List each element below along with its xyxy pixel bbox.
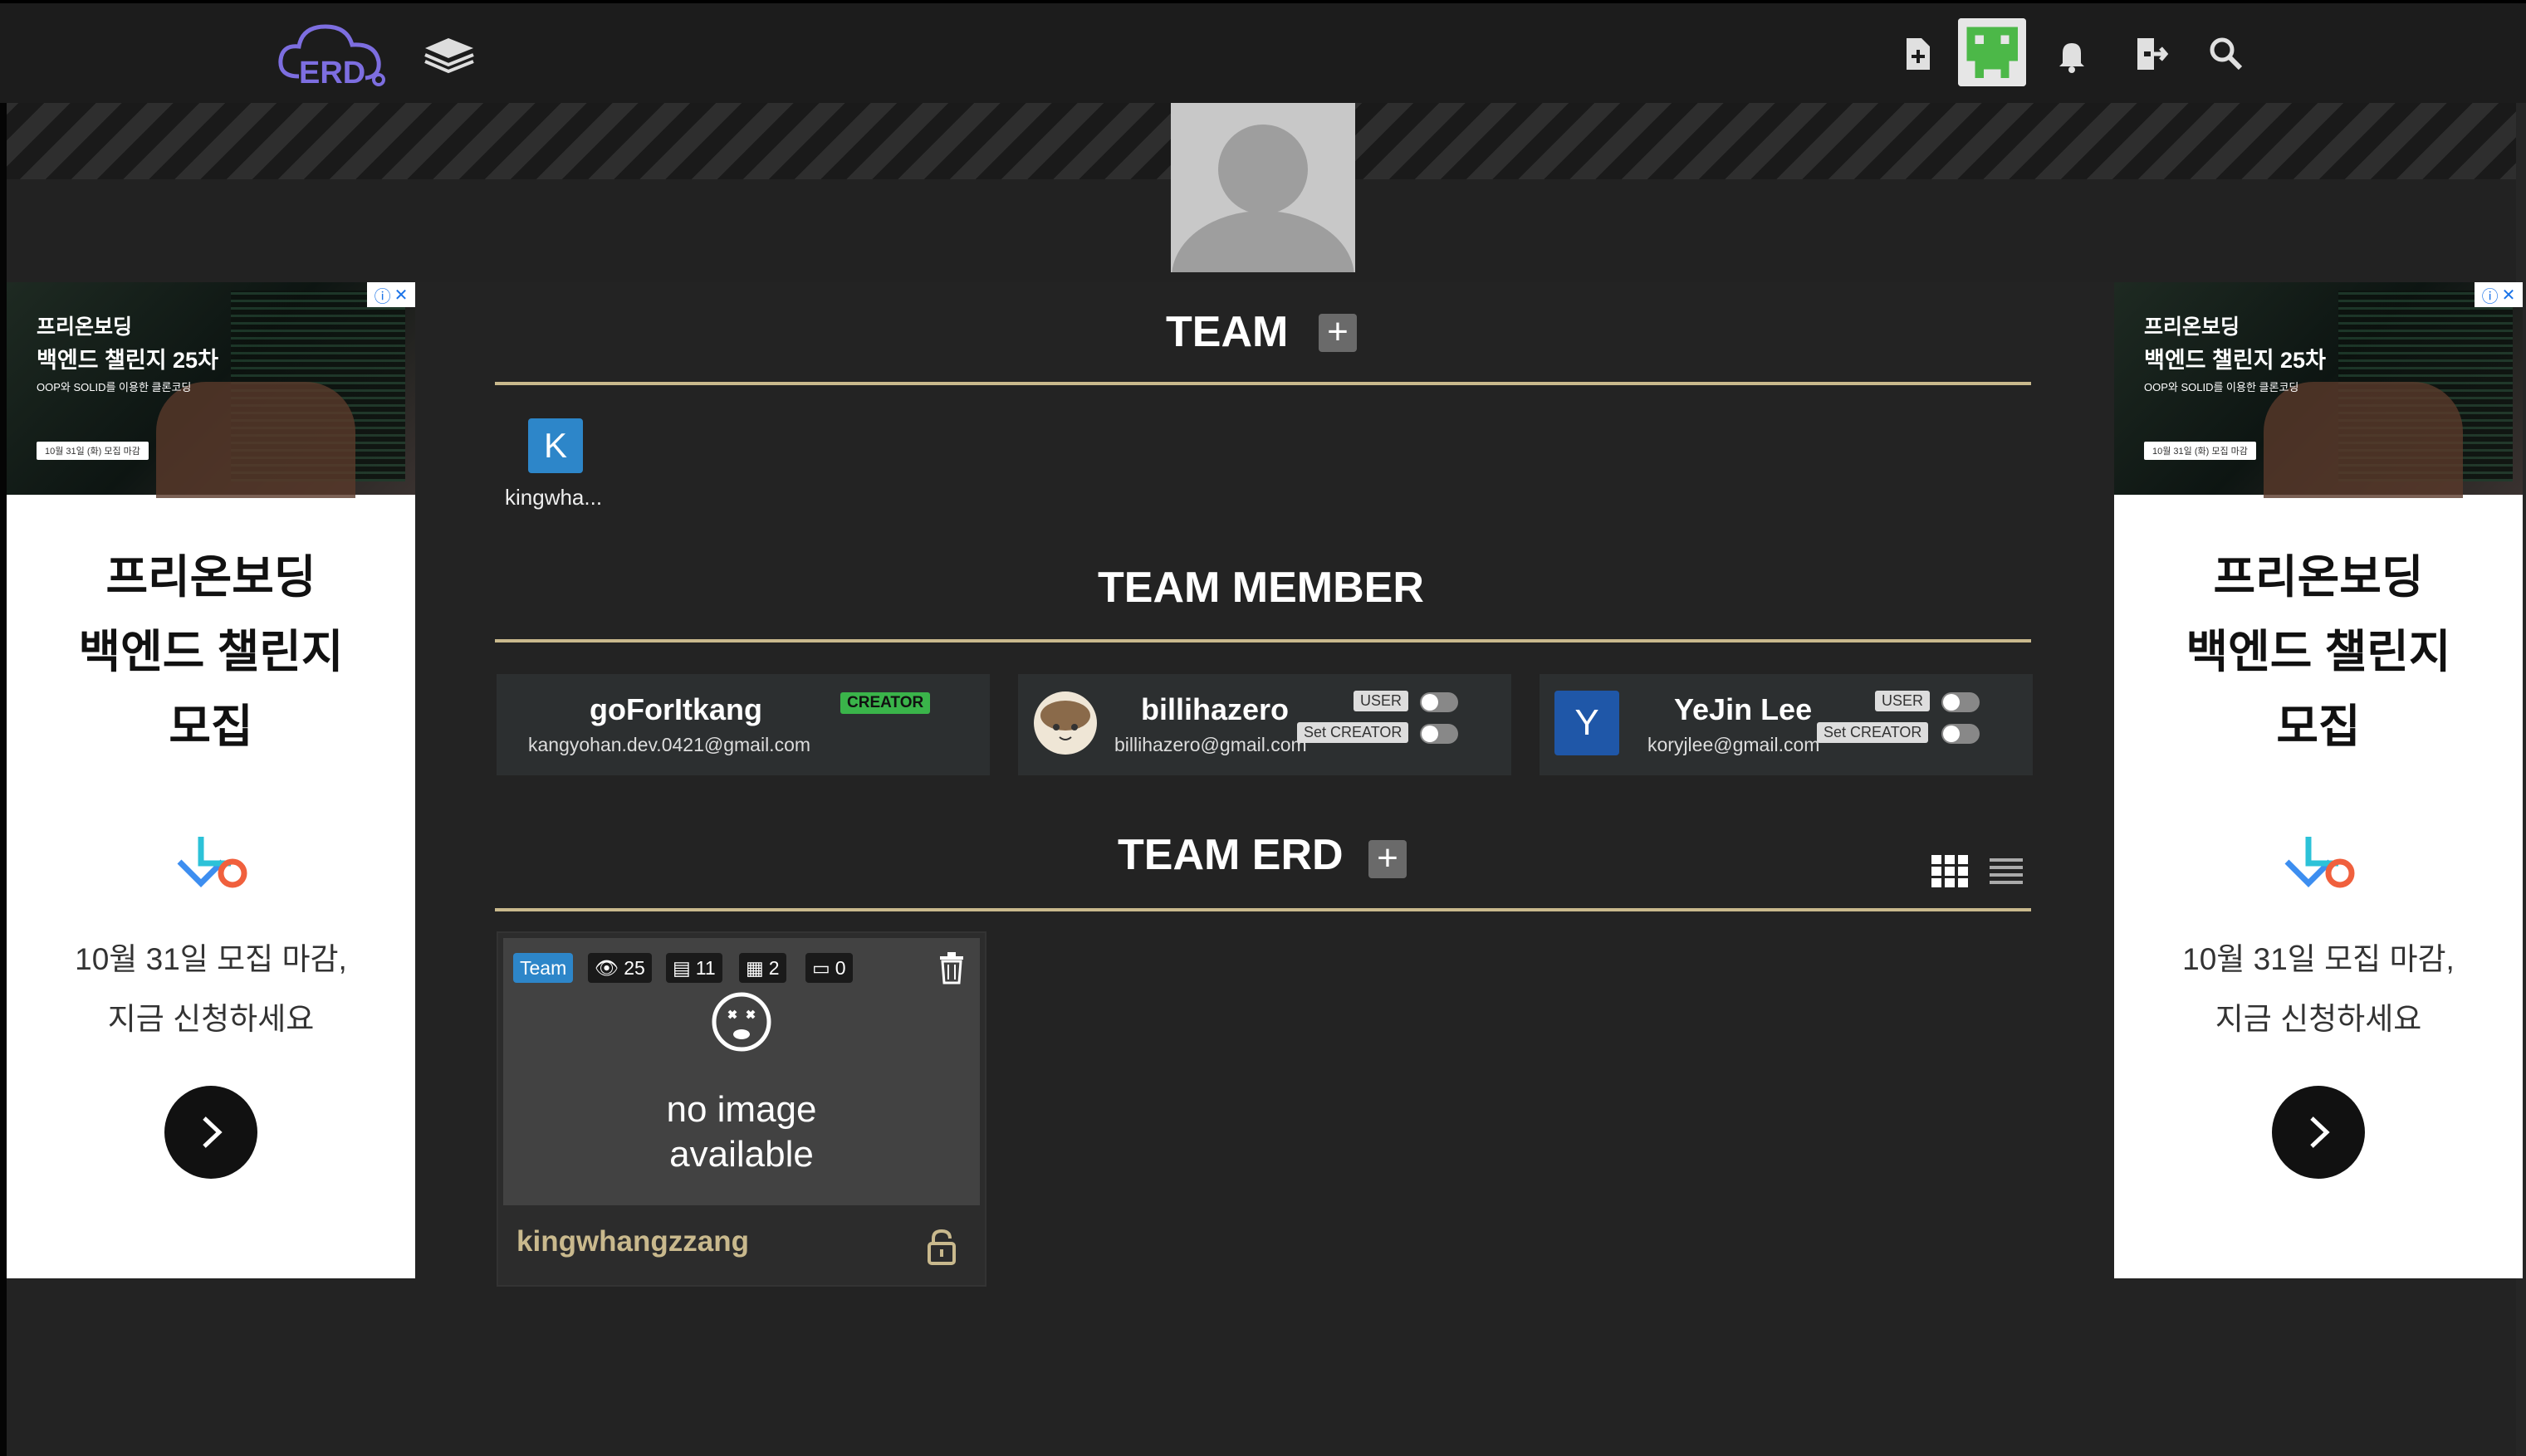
member-email: koryjlee@gmail.com [1647,734,1820,755]
ad-subtext: 10월 31일 모집 마감, 지금 신청하세요 [75,942,347,1036]
creator-toggle[interactable] [1941,724,1980,744]
member-name: billihazero [1141,692,1290,726]
grid-view-icon[interactable] [1931,855,1968,888]
default-avatar-icon [1171,103,1355,272]
team-badge: Team [513,953,574,983]
erd-name[interactable]: kingwhangzzang [516,1225,749,1258]
unlock-icon[interactable] [927,1229,957,1269]
team-erd-title: TEAM ERD [1118,831,1344,879]
logo-cloud-icon: ERD [278,24,385,90]
members-count: ▦ 2 [739,953,786,983]
close-icon[interactable]: ✕ [2502,285,2516,305]
ad-close[interactable]: ⓘ ✕ [367,282,415,307]
member-email: kangyohan.dev.0421@gmail.com [528,734,811,755]
team-member-title: TEAM MEMBER [1098,564,1424,612]
add-erd-button[interactable]: + [1368,840,1407,878]
chevron-right-icon [2310,1116,2330,1148]
set-creator-badge: Set CREATOR [1817,722,1929,743]
list-view-icon[interactable] [1990,855,2023,888]
ad-photo-title: 백엔드 챌린지 25차 [2144,348,2326,373]
ad-photo-tag: 10월 31일 (화) 모집 마감 [37,442,149,460]
ad-photo-title: 프리온보딩 [2144,315,2240,339]
divider [495,908,2031,911]
comments-count: ▭ 0 [805,953,853,983]
user-badge: USER [1875,691,1931,711]
member-card: goForItkang kangyohan.dev.0421@gmail.com… [497,674,990,775]
ad-photo-desc: OOP와 SOLID를 이용한 클론코딩 [2144,381,2299,393]
info-icon[interactable]: ⓘ [374,283,391,307]
creator-toggle[interactable] [1420,724,1458,744]
no-image-text: no image available [666,1089,817,1175]
info-icon[interactable]: ⓘ [2482,283,2499,307]
ad-close[interactable]: ⓘ ✕ [2475,282,2523,307]
user-avatar[interactable] [1958,18,2026,86]
set-creator-badge: Set CREATOR [1297,722,1409,743]
ad-right[interactable]: 프리온보딩 백엔드 챌린지 25차 OOP와 SOLID를 이용한 클론코딩 1… [2114,282,2523,1278]
comment-icon: ▭ [812,956,830,979]
ad-photo-title: 프리온보딩 [37,315,133,339]
divider [495,382,2031,385]
ad-left[interactable]: 프리온보딩 백엔드 챌린지 25차 OOP와 SOLID를 이용한 클론코딩 1… [7,282,415,1278]
chevron-right-icon [203,1116,223,1148]
tables-count: ▤ 11 [666,953,722,983]
team-name-label[interactable]: kingwha... [505,485,602,511]
eye-icon: 👁 [595,956,619,979]
role-toggle[interactable] [1420,692,1458,712]
role-toggle[interactable] [1941,692,1980,712]
ad-subtext: 10월 31일 모집 마감, 지금 신청하세요 [2182,942,2455,1036]
member-email: billihazero@gmail.com [1114,734,1307,755]
ad-photo: 프리온보딩 백엔드 챌린지 25차 OOP와 SOLID를 이용한 클론코딩 1… [7,282,415,498]
member-card: Y YeJin Lee koryjlee@gmail.com USER Set … [1540,674,2033,775]
clipboard-icon: ▤ [673,956,691,979]
ad-photo-tag: 10월 31일 (화) 모집 마감 [2144,442,2256,460]
ad-headline: 프리온보딩 백엔드 챌린지 모집 [78,551,344,752]
team-avatar[interactable]: K [528,418,583,473]
logout-icon[interactable] [2129,33,2171,75]
member-name: YeJin Lee [1674,692,1813,726]
member-card: billihazero billihazero@gmail.com USER S… [1018,674,1511,775]
ad-photo-desc: OOP와 SOLID를 이용한 클론코딩 [37,381,192,393]
close-icon[interactable]: ✕ [394,285,409,305]
building-icon: ▦ [746,956,764,979]
user-badge: USER [1354,691,1409,711]
member-name: goForItkang [590,692,762,726]
member-avatar [1033,691,1098,755]
svg-text:ERD: ERD [299,56,365,90]
ad-photo-title: 백엔드 챌린지 25차 [37,348,218,373]
ad-headline: 프리온보딩 백엔드 챌린지 모집 [2186,551,2451,752]
layers-icon[interactable] [422,37,477,76]
ad-brand-logo-icon [2280,830,2360,897]
creator-badge: CREATOR [840,692,931,714]
divider [495,639,2031,642]
member-avatar: Y [1554,691,1619,755]
ad-photo: 프리온보딩 백엔드 챌린지 25차 OOP와 SOLID를 이용한 클론코딩 1… [2114,282,2523,498]
team-title: TEAM [1166,308,1289,356]
add-team-button[interactable]: + [1319,314,1357,352]
window-edge [0,0,7,1456]
trash-icon[interactable] [937,951,967,989]
ad-next-button[interactable] [164,1086,257,1179]
erd-card[interactable]: Team 👁 25 ▤ 11 ▦ 2 ▭ 0 no image availabl… [497,931,986,1287]
ad-next-button[interactable] [2272,1086,2365,1179]
views-count: 👁 25 [588,953,652,983]
profile-image [1171,103,1355,272]
erd-thumbnail[interactable]: Team 👁 25 ▤ 11 ▦ 2 ▭ 0 no image availabl… [503,938,980,1205]
ad-brand-logo-icon [173,830,252,897]
dizzy-face-icon [711,991,772,1057]
bell-icon[interactable] [2051,33,2093,75]
search-icon[interactable] [2205,33,2247,75]
erd-logo[interactable]: ERD [274,18,390,90]
new-file-icon[interactable] [1897,33,1938,75]
